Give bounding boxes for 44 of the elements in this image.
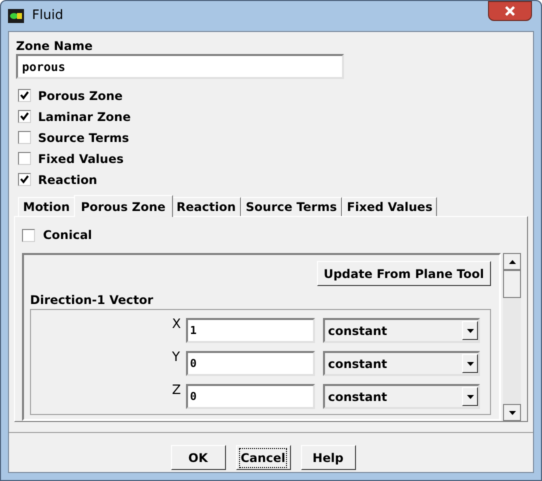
- tab[interactable]: Source Terms: [240, 197, 342, 216]
- update-from-plane-tool-button[interactable]: Update From Plane Tool: [316, 261, 491, 286]
- app-icon: [8, 9, 24, 23]
- axis-label: X: [172, 318, 182, 332]
- dropdown-arrow-icon[interactable]: [466, 362, 474, 366]
- checkbox-label: Fixed Values: [38, 150, 124, 168]
- dropdown-arrow-icon[interactable]: [466, 394, 474, 398]
- checkbox[interactable]: [18, 110, 31, 123]
- axis-label: Y: [172, 351, 181, 365]
- method-dropdown[interactable]: constant: [323, 318, 480, 343]
- tab[interactable]: Fixed Values: [342, 197, 438, 216]
- window-title: Fluid: [32, 7, 64, 26]
- value-field[interactable]: 1: [186, 318, 315, 343]
- checkbox[interactable]: [18, 152, 31, 165]
- method-dropdown[interactable]: constant: [323, 384, 480, 409]
- zone-name-label: Zone Name: [16, 38, 94, 54]
- axis-label: Z: [172, 384, 182, 398]
- close-icon: [504, 6, 516, 16]
- checkbox-label: Source Terms: [38, 130, 130, 146]
- zone-name-field[interactable]: porous: [16, 54, 344, 79]
- dialog-button[interactable]: Cancel: [236, 445, 290, 470]
- direction-vector-title: Direction-1 Vector: [30, 292, 154, 308]
- checkbox-label: Laminar Zone: [38, 108, 131, 126]
- dropdown-arrow-icon[interactable]: [466, 328, 474, 332]
- tab[interactable]: Reaction: [172, 197, 241, 216]
- checkbox[interactable]: [18, 131, 31, 144]
- scroll-down-icon[interactable]: [508, 410, 516, 414]
- dialog-button[interactable]: OK: [170, 445, 226, 470]
- value-field[interactable]: 0: [186, 351, 315, 376]
- scrollbar[interactable]: [503, 253, 521, 421]
- value-field[interactable]: 0: [186, 384, 315, 409]
- checkbox-label: Porous Zone: [38, 88, 123, 104]
- scroll-thumb[interactable]: [503, 270, 521, 298]
- close-button[interactable]: [488, 1, 532, 21]
- tab[interactable]: Porous Zone: [74, 195, 173, 217]
- checkbox[interactable]: [18, 89, 31, 102]
- method-dropdown[interactable]: constant: [323, 351, 480, 376]
- checkbox[interactable]: [18, 173, 31, 186]
- dialog-button[interactable]: Help: [300, 445, 356, 470]
- tab[interactable]: Motion: [18, 197, 75, 216]
- scroll-up-icon[interactable]: [508, 260, 516, 264]
- checkbox-label: Reaction: [38, 172, 98, 188]
- checkbox[interactable]: [22, 228, 35, 242]
- checkbox-label: Conical: [43, 227, 92, 244]
